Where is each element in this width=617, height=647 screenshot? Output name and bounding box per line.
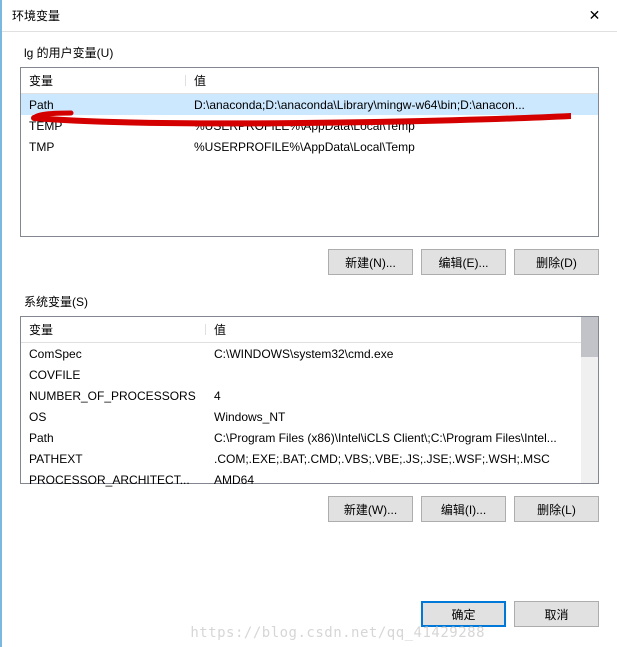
cell-value: 4 bbox=[206, 389, 581, 403]
cell-name: NUMBER_OF_PROCESSORS bbox=[21, 389, 206, 403]
user-vars-group: lg 的用户变量(U) 变量 值 Path D:\anaconda;D:\ana… bbox=[20, 44, 599, 275]
watermark: https://blog.csdn.net/qq_41429288 bbox=[190, 625, 485, 641]
edit-user-var-button[interactable]: 编辑(E)... bbox=[421, 249, 506, 275]
titlebar: 环境变量 ✕ bbox=[2, 0, 617, 32]
cell-name: PATHEXT bbox=[21, 452, 206, 466]
user-vars-listbox[interactable]: 变量 值 Path D:\anaconda;D:\anaconda\Librar… bbox=[20, 67, 599, 237]
col-header-value[interactable]: 值 bbox=[206, 321, 598, 338]
edit-system-var-button[interactable]: 编辑(I)... bbox=[421, 496, 506, 522]
cell-value: Windows_NT bbox=[206, 410, 581, 424]
list-item[interactable]: TMP %USERPROFILE%\AppData\Local\Temp bbox=[21, 136, 598, 157]
cell-name: Path bbox=[21, 98, 186, 112]
user-vars-label: lg 的用户变量(U) bbox=[20, 44, 599, 61]
cell-name: COVFILE bbox=[21, 368, 206, 382]
list-item[interactable]: Path D:\anaconda;D:\anaconda\Library\min… bbox=[21, 94, 598, 115]
new-system-var-button[interactable]: 新建(W)... bbox=[328, 496, 413, 522]
content-area: lg 的用户变量(U) 变量 值 Path D:\anaconda;D:\ana… bbox=[2, 32, 617, 552]
cell-value: %USERPROFILE%\AppData\Local\Temp bbox=[186, 119, 598, 133]
list-item[interactable]: COVFILE bbox=[21, 364, 581, 385]
list-item[interactable]: OS Windows_NT bbox=[21, 406, 581, 427]
cell-name: TEMP bbox=[21, 119, 186, 133]
cell-name: TMP bbox=[21, 140, 186, 154]
cell-name: Path bbox=[21, 431, 206, 445]
ok-button[interactable]: 确定 bbox=[421, 601, 506, 627]
cancel-button[interactable]: 取消 bbox=[514, 601, 599, 627]
close-icon[interactable]: ✕ bbox=[572, 0, 617, 32]
system-vars-buttons: 新建(W)... 编辑(I)... 删除(L) bbox=[20, 496, 599, 522]
list-item[interactable]: TEMP %USERPROFILE%\AppData\Local\Temp bbox=[21, 115, 598, 136]
system-vars-rows: ComSpec C:\WINDOWS\system32\cmd.exe COVF… bbox=[21, 343, 581, 490]
list-item[interactable]: NUMBER_OF_PROCESSORS 4 bbox=[21, 385, 581, 406]
list-item[interactable]: PROCESSOR_ARCHITECT... AMD64 bbox=[21, 469, 581, 490]
new-user-var-button[interactable]: 新建(N)... bbox=[328, 249, 413, 275]
list-item[interactable]: ComSpec C:\WINDOWS\system32\cmd.exe bbox=[21, 343, 581, 364]
system-vars-header: 变量 值 bbox=[21, 317, 598, 343]
col-header-name[interactable]: 变量 bbox=[21, 321, 206, 338]
user-vars-header: 变量 值 bbox=[21, 68, 598, 94]
col-header-value[interactable]: 值 bbox=[186, 72, 598, 89]
cell-name: ComSpec bbox=[21, 347, 206, 361]
system-vars-listbox[interactable]: 变量 值 ComSpec C:\WINDOWS\system32\cmd.exe… bbox=[20, 316, 599, 484]
system-vars-label: 系统变量(S) bbox=[20, 293, 599, 310]
list-item[interactable]: PATHEXT .COM;.EXE;.BAT;.CMD;.VBS;.VBE;.J… bbox=[21, 448, 581, 469]
env-vars-dialog: 环境变量 ✕ lg 的用户变量(U) 变量 值 Path D:\anaconda… bbox=[0, 0, 617, 647]
cell-name: PROCESSOR_ARCHITECT... bbox=[21, 473, 206, 487]
user-vars-buttons: 新建(N)... 编辑(E)... 删除(D) bbox=[20, 249, 599, 275]
system-vars-group: 系统变量(S) 变量 值 ComSpec C:\WINDOWS\system32… bbox=[20, 293, 599, 522]
scrollbar-thumb[interactable] bbox=[581, 317, 598, 357]
col-header-name[interactable]: 变量 bbox=[21, 72, 186, 89]
cell-value: AMD64 bbox=[206, 473, 581, 487]
user-vars-rows: Path D:\anaconda;D:\anaconda\Library\min… bbox=[21, 94, 598, 157]
delete-system-var-button[interactable]: 删除(L) bbox=[514, 496, 599, 522]
delete-user-var-button[interactable]: 删除(D) bbox=[514, 249, 599, 275]
cell-value: C:\Program Files (x86)\Intel\iCLS Client… bbox=[206, 431, 581, 445]
cell-value: .COM;.EXE;.BAT;.CMD;.VBS;.VBE;.JS;.JSE;.… bbox=[206, 452, 581, 466]
list-item[interactable]: Path C:\Program Files (x86)\Intel\iCLS C… bbox=[21, 427, 581, 448]
window-title: 环境变量 bbox=[12, 7, 572, 24]
scrollbar[interactable] bbox=[581, 317, 598, 483]
cell-value: %USERPROFILE%\AppData\Local\Temp bbox=[186, 140, 598, 154]
cell-value: C:\WINDOWS\system32\cmd.exe bbox=[206, 347, 581, 361]
dialog-buttons: 确定 取消 bbox=[421, 601, 599, 627]
cell-value: D:\anaconda;D:\anaconda\Library\mingw-w6… bbox=[186, 98, 598, 112]
cell-name: OS bbox=[21, 410, 206, 424]
